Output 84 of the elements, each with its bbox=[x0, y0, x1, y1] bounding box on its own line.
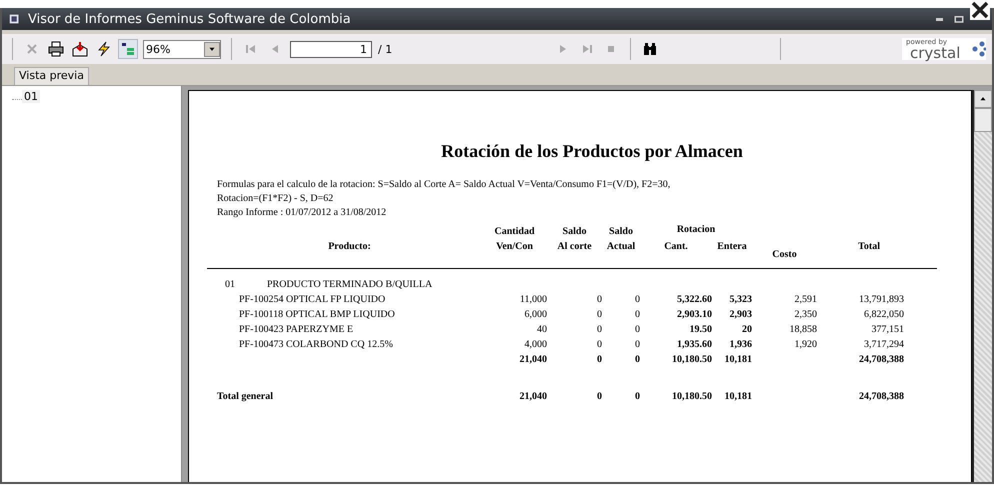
minimize-icon bbox=[936, 18, 942, 20]
table-cell-text: 10,181 bbox=[724, 390, 752, 404]
window-title: Visor de Informes Geminus Software de Colombia bbox=[28, 12, 352, 26]
column-heading: Al corte bbox=[556, 240, 593, 254]
column-heading: Ven/Con bbox=[495, 240, 534, 254]
column-heading: Producto: bbox=[327, 240, 372, 254]
table-cell-text: 0 bbox=[634, 390, 640, 404]
table-cell-text: 40 bbox=[536, 323, 547, 337]
table-cell-text: 2,903 bbox=[728, 308, 752, 322]
table-cell-text: 0 bbox=[596, 308, 602, 322]
column-heading: Cant. bbox=[663, 240, 689, 254]
table-cell-text: 0 bbox=[596, 293, 602, 307]
printer-icon bbox=[48, 41, 64, 57]
product-cell-text: PF-100254 OPTICAL FP LIQUIDO bbox=[238, 293, 386, 307]
column-heading: Saldo bbox=[562, 225, 588, 239]
table-cell-text: 10,180.50 bbox=[671, 353, 712, 367]
table-cell-text: 2,591 bbox=[794, 293, 817, 307]
page-number-field[interactable]: 1 bbox=[290, 40, 372, 58]
zoom-dropdown[interactable]: 96% bbox=[143, 40, 221, 58]
scrollbar[interactable] bbox=[972, 90, 992, 482]
column-heading: Costo bbox=[771, 248, 798, 262]
page-total: / 1 bbox=[378, 42, 392, 56]
column-heading: Cantidad bbox=[493, 225, 536, 239]
table-cell-text: 0 bbox=[596, 323, 602, 337]
table-cell-text: 0 bbox=[634, 323, 640, 337]
envelope-arrow-icon bbox=[72, 41, 88, 57]
table-cell-text: 20 bbox=[741, 323, 752, 337]
report-note: Rango Informe : 01/07/2012 a 31/08/2012 bbox=[217, 206, 388, 220]
binoculars-icon bbox=[642, 41, 658, 57]
column-heading: Entera bbox=[716, 240, 748, 254]
print-button[interactable] bbox=[47, 40, 65, 58]
table-cell-text: 21,040 bbox=[518, 353, 547, 367]
table-cell-text: 10,181 bbox=[724, 353, 752, 367]
table-cell-text: 1,936 bbox=[728, 338, 752, 352]
table-cell-text: 0 bbox=[596, 353, 602, 367]
table-cell-text: 3,717,294 bbox=[863, 338, 904, 352]
table-cell-text: 0 bbox=[596, 390, 602, 404]
scroll-thumb[interactable] bbox=[974, 108, 992, 132]
lightning-icon bbox=[96, 41, 112, 57]
group-code: 01 bbox=[225, 278, 235, 292]
table-cell-text: 24,708,388 bbox=[858, 353, 904, 367]
product-cell-text: PF-100423 PAPERZYME E bbox=[238, 323, 354, 337]
product-cell-text: PF-100118 OPTICAL BMP LIQUIDO bbox=[238, 308, 396, 322]
group-tree-button[interactable] bbox=[119, 40, 137, 58]
table-cell-text: 5,322.60 bbox=[676, 293, 712, 307]
close-icon[interactable] bbox=[970, 0, 990, 20]
dots-icon bbox=[970, 41, 986, 57]
report-note: Formulas para el calculo de la rotacion: S=Saldo al Corte A= Saldo Actual V=Venta/Consumo F1=(V/D), F2=30, bbox=[217, 178, 672, 192]
table-cell-text: 13,791,893 bbox=[858, 293, 904, 307]
table-cell-text: 0 bbox=[634, 293, 640, 307]
table-cell-text: 377,151 bbox=[870, 323, 904, 337]
table-cell-text: 1,920 bbox=[794, 338, 817, 352]
table-cell-text: 24,708,388 bbox=[858, 390, 904, 404]
column-group-heading: Rotacion bbox=[676, 224, 716, 237]
product-cell-text: Total general bbox=[217, 390, 274, 404]
column-heading: Actual bbox=[606, 240, 636, 254]
column-heading: Total bbox=[857, 240, 881, 254]
table-cell-text: 0 bbox=[634, 338, 640, 352]
table-cell-text: 21,040 bbox=[518, 390, 547, 404]
table-cell-text: 18,858 bbox=[788, 323, 817, 337]
refresh-button[interactable] bbox=[95, 40, 113, 58]
table-cell-text: 2,903.10 bbox=[676, 308, 712, 322]
preview-tab[interactable]: Vista previa bbox=[14, 67, 89, 85]
table-cell-text: 10,180.50 bbox=[671, 390, 712, 404]
table-cell-text: 0 bbox=[596, 338, 602, 352]
product-cell-text: PF-100473 COLARBOND CQ 12.5% bbox=[238, 338, 394, 352]
table-cell-text: 11,000 bbox=[518, 293, 547, 307]
table-cell-text: 6,000 bbox=[524, 308, 547, 322]
tree-item[interactable]: 01 bbox=[22, 90, 40, 103]
table-cell-text: 1,935.60 bbox=[676, 338, 712, 352]
maximize-icon bbox=[953, 13, 965, 25]
group-name: PRODUCTO TERMINADO B/QUILLA bbox=[267, 278, 432, 292]
report-note: Rotacion=(F1*F2) - S, D=62 bbox=[217, 192, 334, 206]
table-cell-text: 0 bbox=[634, 353, 640, 367]
column-heading: Saldo bbox=[608, 225, 634, 239]
table-cell-text: 4,000 bbox=[524, 338, 547, 352]
export-button[interactable] bbox=[71, 40, 89, 58]
table-cell-text: 6,822,050 bbox=[863, 308, 904, 322]
table-cell-text: 2,350 bbox=[794, 308, 817, 322]
table-cell-text: 0 bbox=[634, 308, 640, 322]
report-title: Rotación de los Productos por Almacen bbox=[440, 141, 744, 162]
table-cell-text: 19.50 bbox=[688, 323, 712, 337]
tree-icon bbox=[120, 41, 136, 57]
table-cell-text: 5,323 bbox=[728, 293, 752, 307]
